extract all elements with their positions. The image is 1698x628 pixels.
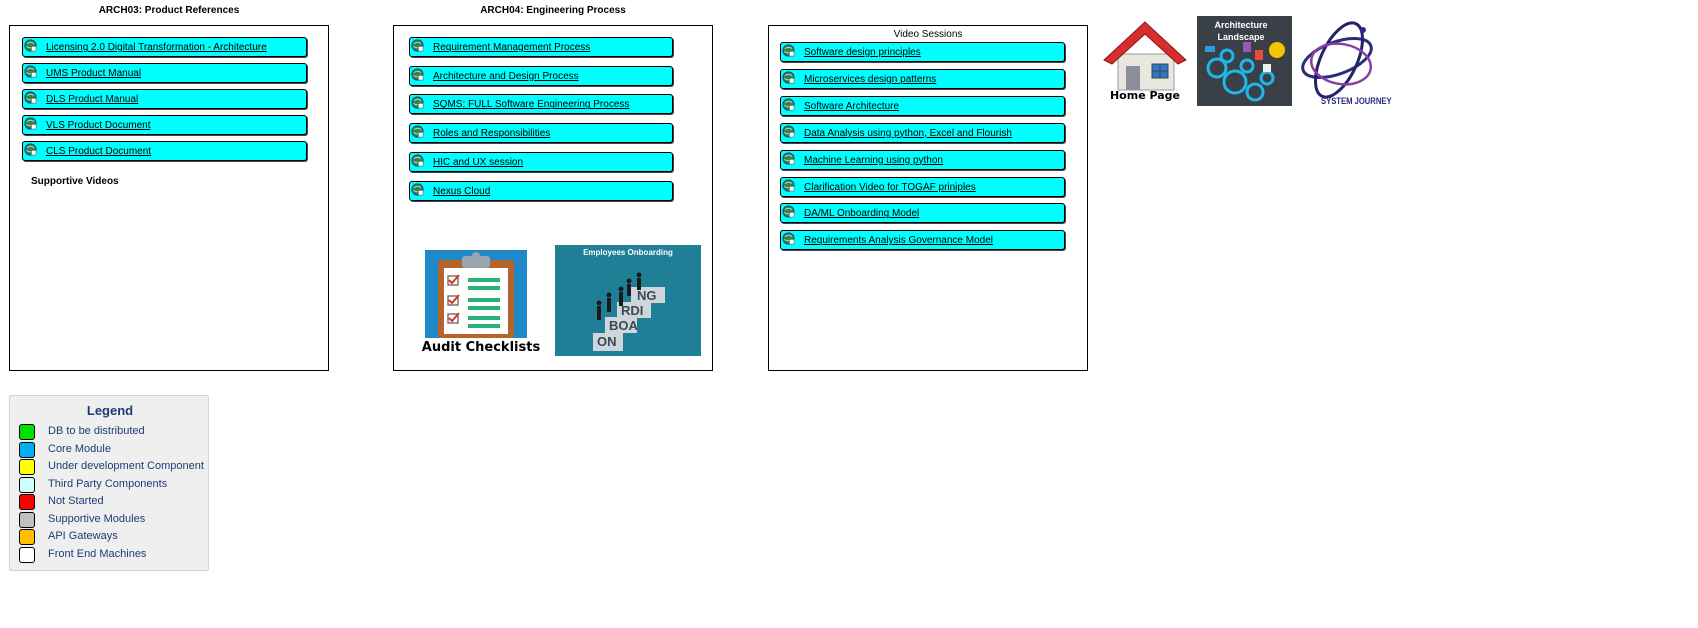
video-link-7[interactable]: DA/ML Onboarding Model: [780, 203, 1065, 224]
arch03-link-label[interactable]: UMS Product Manual: [46, 68, 141, 79]
orbit-logo-icon: [1301, 21, 1373, 99]
arch04-link-6[interactable]: Nexus Cloud: [409, 180, 673, 201]
arch04-link-label[interactable]: SQMS: FULL Software Engineering Process: [433, 99, 629, 110]
arch03-link-label[interactable]: VLS Product Document: [46, 120, 151, 131]
arch03-title: ARCH03: Product References: [98, 5, 240, 16]
globe-link-icon: [411, 125, 424, 138]
legend-item-label: Supportive Modules: [48, 512, 146, 525]
globe-link-icon: [24, 143, 37, 156]
architecture-landscape-label: Architecture Landscape: [1214, 20, 1268, 42]
globe-link-icon: [24, 39, 37, 52]
arch04-link-4[interactable]: Roles and Responsibilities: [409, 123, 673, 144]
arch04-link-label[interactable]: Requirement Management Process: [433, 42, 590, 53]
audit-checklists-image[interactable]: Audit Checklists: [412, 248, 550, 356]
arch04-link-label[interactable]: Nexus Cloud: [433, 186, 490, 197]
legend-panel: Legend DB to be distributed Core Module Un…: [9, 395, 209, 571]
arch04-link-label[interactable]: Roles and Responsibilities: [433, 128, 550, 139]
legend-item-label: Under development Component: [48, 460, 204, 472]
arch04-title: ARCH04: Engineering Process: [480, 5, 626, 16]
arch03-link-1[interactable]: Licensing 2.0 Digital Transformation - A…: [22, 37, 307, 57]
globe-link-icon: [782, 151, 795, 165]
house-icon: [1103, 21, 1187, 91]
audit-checklists-label: Audit Checklists: [421, 340, 541, 355]
system-journey-label: SYSTEM JOURNEY: [1321, 96, 1392, 106]
onboarding-step-4: NG: [637, 288, 657, 303]
globe-link-icon: [24, 65, 37, 78]
arch04-link-label[interactable]: Architecture and Design Process: [433, 71, 579, 82]
legend-swatch: [19, 459, 35, 475]
arch04-link-1[interactable]: Requirement Management Process: [409, 37, 673, 57]
arch04-link-3[interactable]: SQMS: FULL Software Engineering Process: [409, 94, 673, 115]
globe-link-icon: [782, 71, 795, 84]
legend-swatch: [19, 529, 35, 545]
legend-item-label: API Gateways: [48, 530, 118, 542]
system-journey-link[interactable]: SYSTEM JOURNEY: [1297, 14, 1397, 108]
globe-link-icon: [411, 154, 424, 167]
legend-swatch: [19, 511, 35, 528]
video-link-label[interactable]: Machine Learning using python: [804, 155, 943, 166]
globe-link-icon: [24, 117, 37, 130]
legend-item-label: Third Party Components: [48, 477, 168, 490]
globe-link-icon: [782, 125, 795, 138]
onboarding-step-3: RDI: [621, 303, 644, 318]
video-link-label[interactable]: Software Architecture: [804, 101, 899, 112]
globe-link-icon: [782, 44, 795, 57]
home-page-label: Home Page: [1109, 89, 1181, 102]
legend-swatch: [19, 546, 35, 563]
globe-link-icon: [782, 178, 795, 192]
globe-link-icon: [411, 39, 424, 52]
arch03-link-2[interactable]: UMS Product Manual: [22, 63, 307, 83]
video-link-label[interactable]: Data Analysis using python, Excel and Fl…: [804, 128, 1012, 139]
legend-swatch: [19, 494, 35, 510]
globe-link-icon: [411, 182, 424, 196]
globe-link-icon: [782, 98, 795, 111]
legend-title: Legend: [86, 403, 134, 418]
legend-swatch: [19, 424, 35, 440]
arch03-link-label[interactable]: DLS Product Manual: [46, 94, 138, 105]
globe-link-icon: [411, 96, 424, 110]
video-link-label[interactable]: Requirements Analysis Governance Model: [804, 235, 993, 246]
arch04-link-5[interactable]: HIC and UX session: [409, 151, 673, 172]
legend-item-label: Not Started: [48, 495, 104, 507]
video-link-label[interactable]: Clarification Video for TOGAF priniples: [804, 182, 976, 193]
video-link-3[interactable]: Software Architecture: [780, 95, 1065, 116]
video-link-label[interactable]: Microservices design patterns: [804, 74, 936, 85]
video-link-4[interactable]: Data Analysis using python, Excel and Fl…: [780, 122, 1065, 143]
legend-item-label: Core Module: [48, 442, 111, 455]
video-link-1[interactable]: Software design principles: [780, 42, 1065, 62]
legend-swatch: [19, 441, 35, 458]
video-sessions-title: Video Sessions: [893, 29, 963, 40]
video-link-6[interactable]: Clarification Video for TOGAF priniples: [780, 176, 1065, 197]
home-page-link[interactable]: Home Page: [1102, 20, 1188, 104]
people-steps-icon: [593, 272, 665, 351]
video-link-label[interactable]: DA/ML Onboarding Model: [804, 208, 919, 219]
supportive-videos-label: Supportive Videos: [31, 176, 119, 187]
globe-link-icon: [782, 232, 795, 245]
onboarding-step-2: BOA: [609, 318, 638, 333]
onboarding-step-1: ON: [597, 334, 617, 349]
video-link-8[interactable]: Requirements Analysis Governance Model: [780, 230, 1065, 251]
globe-link-icon: [782, 205, 795, 219]
video-link-label[interactable]: Software design principles: [804, 47, 921, 58]
architecture-landscape-link[interactable]: Architecture Landscape: [1197, 16, 1292, 106]
arch03-link-3[interactable]: DLS Product Manual: [22, 89, 307, 109]
employees-onboarding-image[interactable]: Employees Onboarding ON BOA RDI NG: [555, 245, 701, 356]
arch03-link-label[interactable]: CLS Product Document: [46, 146, 151, 157]
arch04-link-label[interactable]: HIC and UX session: [433, 157, 523, 168]
legend-item-label: DB to be distributed: [48, 425, 145, 437]
legend-swatch: [19, 476, 35, 493]
arch03-link-4[interactable]: VLS Product Document: [22, 115, 307, 135]
legend-item-label: Front End Machines: [48, 547, 147, 560]
video-link-2[interactable]: Microservices design patterns: [780, 68, 1065, 89]
video-link-5[interactable]: Machine Learning using python: [780, 149, 1065, 170]
arch03-link-5[interactable]: CLS Product Document: [22, 141, 307, 161]
arch04-link-2[interactable]: Architecture and Design Process: [409, 65, 673, 86]
clipboard-checklist-icon: [425, 250, 527, 338]
globe-link-icon: [24, 91, 37, 104]
arch03-link-label[interactable]: Licensing 2.0 Digital Transformation - A…: [46, 42, 267, 53]
globe-link-icon: [411, 68, 424, 81]
